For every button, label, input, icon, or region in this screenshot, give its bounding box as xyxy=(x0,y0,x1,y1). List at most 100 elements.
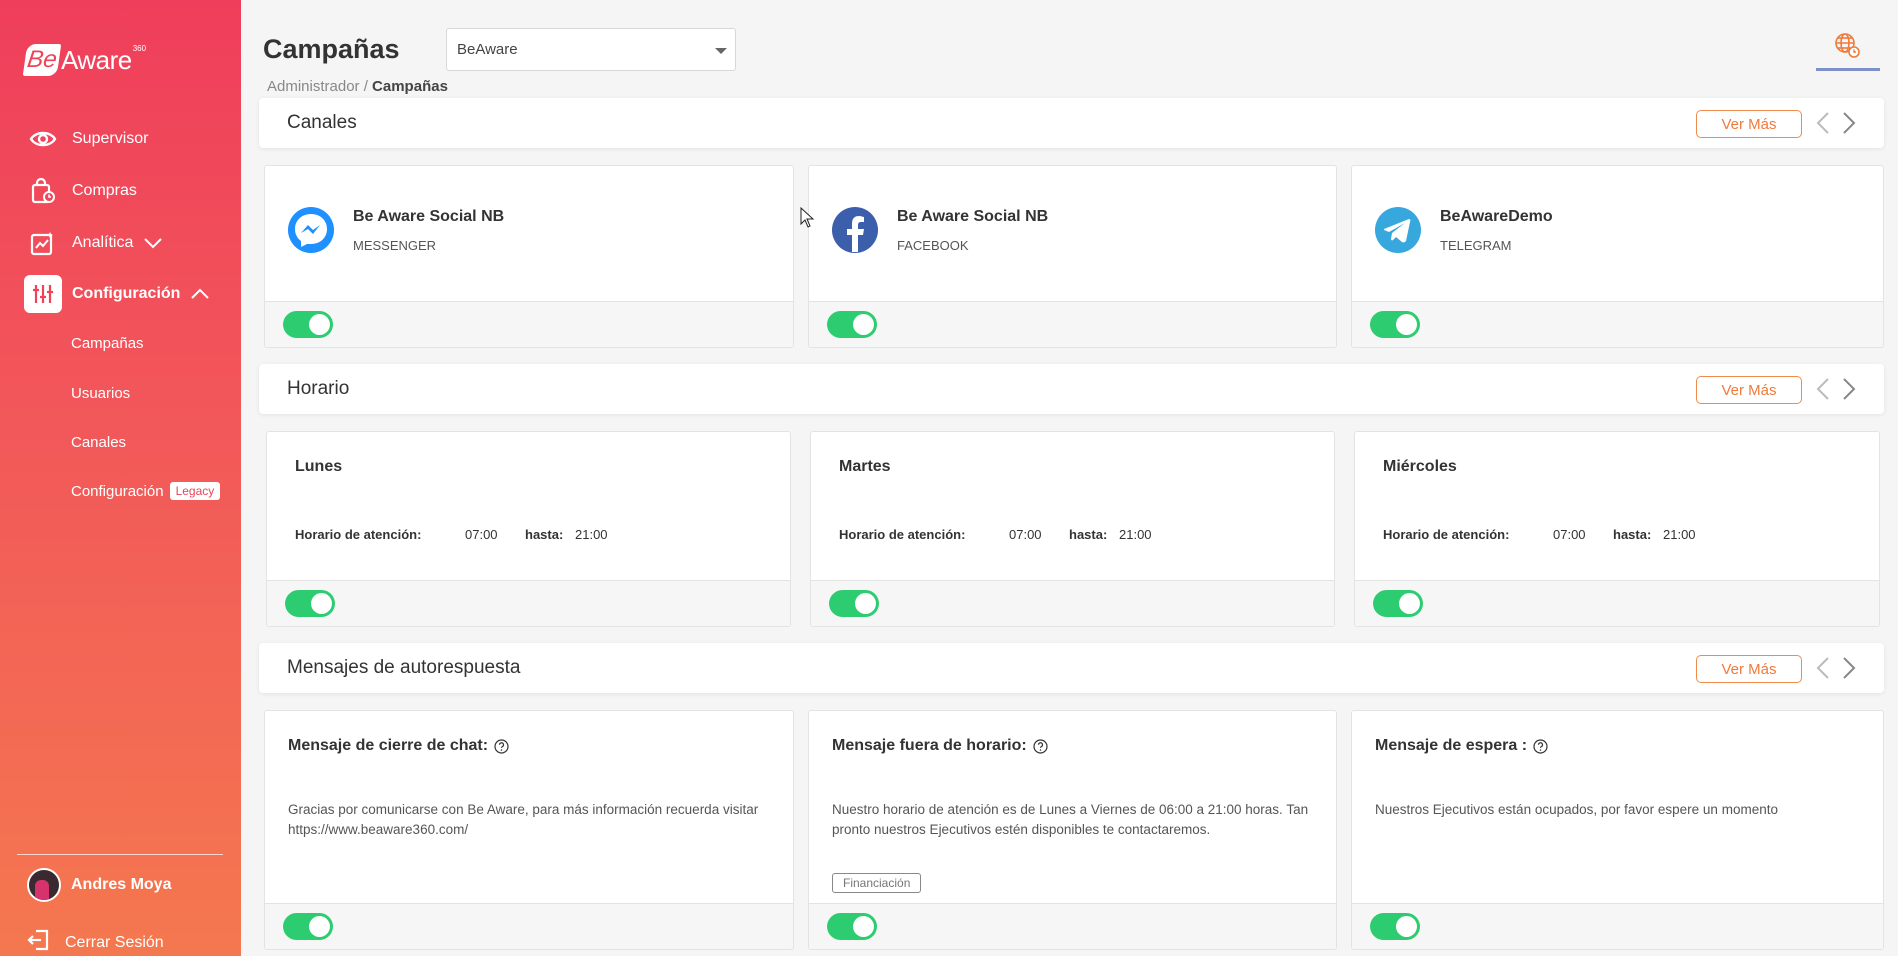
card-footer xyxy=(265,301,793,347)
message-text: Nuestros Ejecutivos están ocupados, por … xyxy=(1375,802,1778,817)
chevron-up-icon[interactable] xyxy=(190,288,210,300)
sidebar-subitem-label: Canales xyxy=(71,434,127,451)
ver-mas-button[interactable]: Ver Más xyxy=(1696,655,1802,683)
logout-button[interactable]: Cerrar Sesión xyxy=(27,928,164,956)
campaign-select[interactable]: BeAware xyxy=(446,28,736,71)
sidebar-subitem-label: Usuarios xyxy=(71,385,131,402)
breadcrumb-parent[interactable]: Administrador / xyxy=(267,78,368,95)
channel-enabled-toggle[interactable] xyxy=(283,311,333,338)
section-title: Canales xyxy=(287,112,357,133)
sidebar-item-configuracion[interactable]: Configuración xyxy=(24,275,210,313)
message-enabled-toggle[interactable] xyxy=(283,913,333,940)
breadcrumb-current: Campañas xyxy=(372,78,448,95)
telegram-icon xyxy=(1374,206,1422,254)
sliders-icon xyxy=(24,275,62,313)
globe-icon xyxy=(1834,32,1860,72)
sidebar: Be Aware 360 Supervisor Compras Analític… xyxy=(0,0,241,956)
analytics-icon xyxy=(24,224,62,262)
hours-row: Horario de atención: 07:00 hasta: 21:00 xyxy=(839,527,1152,542)
section-title: Horario xyxy=(287,378,350,399)
message-enabled-toggle[interactable] xyxy=(827,913,877,940)
schedule-card[interactable]: Lunes Horario de atención: 07:00 hasta: … xyxy=(266,431,791,627)
day-name: Miércoles xyxy=(1383,458,1457,475)
chevron-left-icon[interactable] xyxy=(1811,109,1835,137)
channel-enabled-toggle[interactable] xyxy=(1370,311,1420,338)
hours-row: Horario de atención: 07:00 hasta: 21:00 xyxy=(1383,527,1696,542)
chevron-down-icon[interactable] xyxy=(143,237,163,249)
channel-card[interactable]: Be Aware Social NB FACEBOOK xyxy=(808,165,1337,348)
chevron-left-icon[interactable] xyxy=(1811,375,1835,403)
channel-type: MESSENGER xyxy=(353,238,437,253)
sidebar-subitem-campanas[interactable]: Campañas xyxy=(71,335,144,352)
campaign-tag: Financiación xyxy=(832,873,922,893)
day-name: Martes xyxy=(839,458,891,475)
hours-label: Horario de atención: xyxy=(839,527,966,542)
caret-down-icon xyxy=(715,48,727,54)
autoreply-card[interactable]: Mensaje de cierre de chat: Gracias por c… xyxy=(264,710,794,950)
channel-card[interactable]: BeAwareDemo TELEGRAM xyxy=(1351,165,1884,348)
page-title: Campañas xyxy=(263,34,400,64)
sidebar-item-compras[interactable]: Compras xyxy=(24,172,137,210)
schedule-card[interactable]: Martes Horario de atención: 07:00 hasta:… xyxy=(810,431,1335,627)
day-enabled-toggle[interactable] xyxy=(1373,590,1423,617)
sidebar-subitem-usuarios[interactable]: Usuarios xyxy=(71,385,130,402)
section-title: Mensajes de autorespuesta xyxy=(287,657,521,678)
section-header-mensajes: Mensajes de autorespuesta Ver Más xyxy=(259,643,1884,693)
ver-mas-button[interactable]: Ver Más xyxy=(1696,376,1802,404)
sidebar-subitem-label: Campañas xyxy=(71,335,144,352)
sidebar-item-label: Analítica xyxy=(72,234,134,251)
card-footer xyxy=(809,903,1336,949)
chevron-right-icon[interactable] xyxy=(1837,375,1861,403)
help-icon[interactable] xyxy=(1033,738,1048,754)
sidebar-item-label: Configuración xyxy=(72,285,181,302)
channel-card[interactable]: Be Aware Social NB MESSENGER xyxy=(264,165,794,348)
card-footer xyxy=(265,903,793,949)
sidebar-subitem-configuracion-legacy[interactable]: Configuración Legacy xyxy=(71,482,221,500)
chevron-left-icon[interactable] xyxy=(1811,654,1835,682)
sidebar-item-supervisor[interactable]: Supervisor xyxy=(24,120,148,158)
help-icon[interactable] xyxy=(494,738,509,754)
channel-type: FACEBOOK xyxy=(897,238,969,253)
avatar xyxy=(27,868,61,902)
schedule-card[interactable]: Miércoles Horario de atención: 07:00 has… xyxy=(1354,431,1880,627)
logout-label: Cerrar Sesión xyxy=(65,933,164,951)
day-enabled-toggle[interactable] xyxy=(829,590,879,617)
hours-until-label: hasta: xyxy=(1613,527,1652,542)
campaign-select-value: BeAware xyxy=(457,41,518,58)
sidebar-subitem-canales[interactable]: Canales xyxy=(71,434,126,451)
card-footer xyxy=(1352,301,1883,347)
hours-until-label: hasta: xyxy=(525,527,564,542)
autoreply-card[interactable]: Mensaje fuera de horario: Nuestro horari… xyxy=(808,710,1337,950)
logo-360-text: 360 xyxy=(132,43,147,53)
sidebar-divider xyxy=(17,854,223,855)
section-header-canales: Canales Ver Más xyxy=(259,98,1884,148)
channel-name: BeAwareDemo xyxy=(1440,208,1553,225)
card-footer xyxy=(1355,580,1879,626)
message-title: Mensaje fuera de horario: xyxy=(832,737,1048,755)
hours-from: 07:00 xyxy=(1009,527,1042,542)
shopping-bag-icon xyxy=(24,172,62,210)
beaware-logo[interactable]: Be Aware 360 xyxy=(22,43,147,76)
hours-until-label: hasta: xyxy=(1069,527,1108,542)
language-button[interactable] xyxy=(1814,28,1880,72)
ver-mas-button[interactable]: Ver Más xyxy=(1696,110,1802,138)
user-name: Andres Moya xyxy=(71,876,172,893)
message-enabled-toggle[interactable] xyxy=(1370,913,1420,940)
day-name: Lunes xyxy=(295,458,343,475)
legacy-badge: Legacy xyxy=(169,482,221,500)
user-profile[interactable]: Andres Moya xyxy=(27,868,171,902)
hours-to: 21:00 xyxy=(1663,527,1696,542)
autoreply-card[interactable]: Mensaje de espera : Nuestros Ejecutivos … xyxy=(1351,710,1884,950)
hours-row: Horario de atención: 07:00 hasta: 21:00 xyxy=(295,527,608,542)
mouse-cursor-icon xyxy=(800,206,816,234)
day-enabled-toggle[interactable] xyxy=(285,590,335,617)
chevron-right-icon[interactable] xyxy=(1837,654,1861,682)
message-text: Nuestro horario de atención es de Lunes … xyxy=(832,802,1309,837)
language-tab-indicator xyxy=(1816,68,1880,71)
chevron-right-icon[interactable] xyxy=(1837,109,1861,137)
help-icon[interactable] xyxy=(1533,738,1548,754)
message-title-text: Mensaje fuera de horario: xyxy=(832,737,1027,754)
eye-icon xyxy=(24,120,62,158)
channel-enabled-toggle[interactable] xyxy=(827,311,877,338)
sidebar-item-analitica[interactable]: Analítica xyxy=(24,224,163,262)
